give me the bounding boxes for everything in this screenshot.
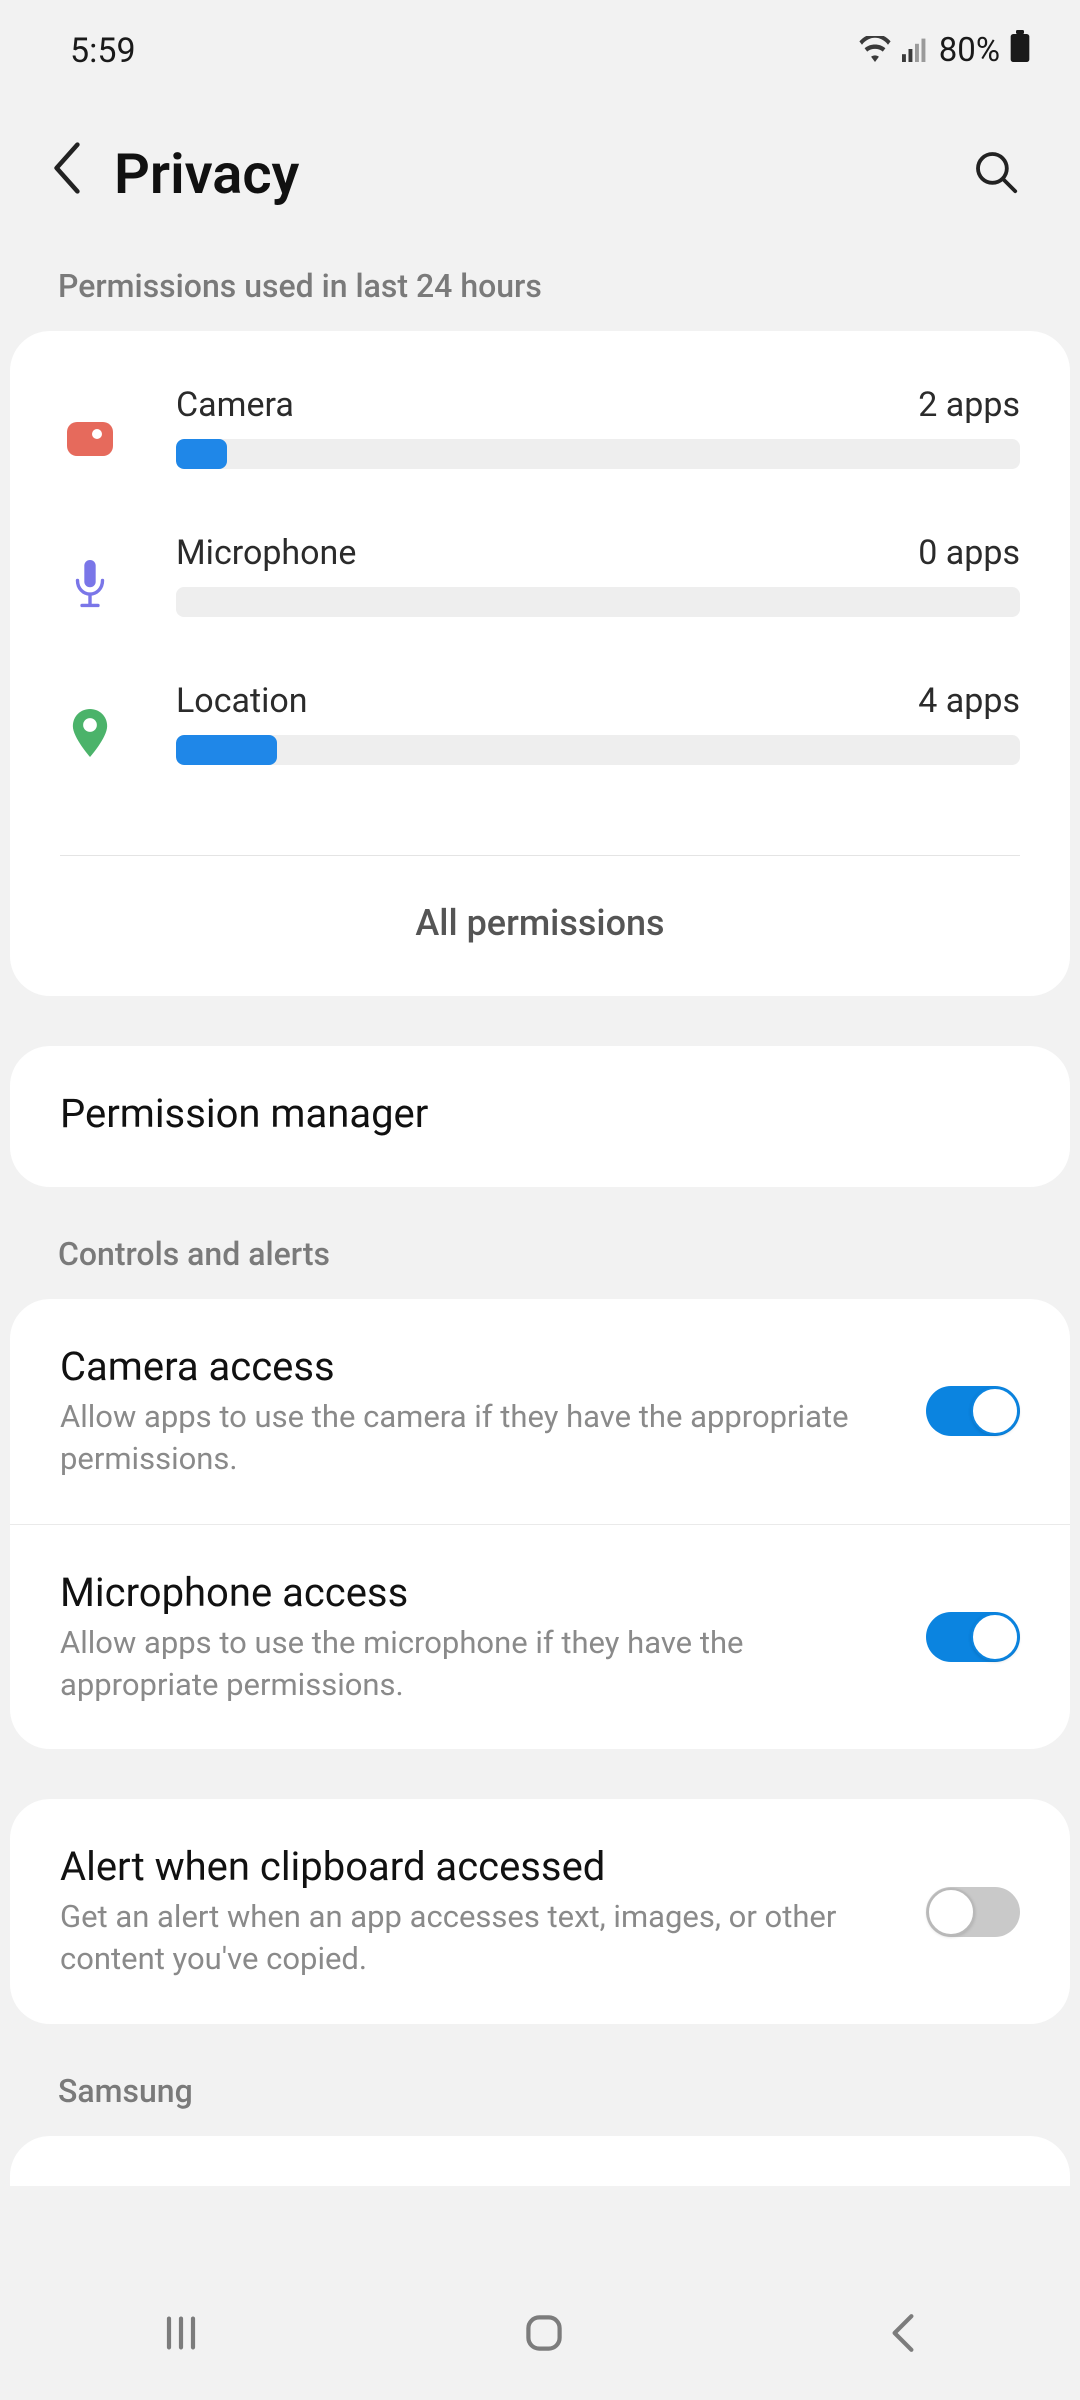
permission-manager-item[interactable]: Permission manager <box>10 1046 1070 1187</box>
item-subtitle: Get an alert when an app accesses text, … <box>60 1896 896 1980</box>
all-permissions-link[interactable]: All permissions <box>10 856 1070 996</box>
clipboard-card: Alert when clipboard accessed Get an ale… <box>10 1799 1070 2024</box>
status-bar: 5:59 80% <box>0 0 1080 91</box>
item-title: Camera access <box>60 1343 896 1390</box>
status-time: 5:59 <box>70 31 136 71</box>
usage-bar <box>176 439 1020 469</box>
section-label-usage: Permissions used in last 24 hours <box>0 267 1080 331</box>
battery-text: 80% <box>939 31 1000 70</box>
camera-icon <box>60 418 120 456</box>
usage-bar <box>176 587 1020 617</box>
usage-bar <box>176 735 1020 765</box>
microphone-access-item[interactable]: Microphone access Allow apps to use the … <box>10 1524 1070 1750</box>
usage-bar-fill <box>176 439 227 469</box>
nav-back-icon[interactable] <box>883 2309 923 2361</box>
permission-name: Microphone <box>176 533 356 573</box>
permission-count: 0 apps <box>918 533 1020 573</box>
nav-recents-icon[interactable] <box>157 2309 205 2361</box>
status-indicators: 80% <box>859 30 1030 71</box>
back-icon[interactable] <box>50 142 84 207</box>
clipboard-alert-toggle[interactable] <box>926 1887 1020 1937</box>
usage-bar-fill <box>176 735 277 765</box>
permission-row-microphone[interactable]: Microphone 0 apps <box>10 479 1070 627</box>
controls-card: Camera access Allow apps to use the came… <box>10 1299 1070 1749</box>
item-subtitle: Allow apps to use the camera if they hav… <box>60 1396 896 1480</box>
permission-name: Camera <box>176 385 294 425</box>
item-subtitle: Allow apps to use the microphone if they… <box>60 1622 896 1706</box>
permission-row-camera[interactable]: Camera 2 apps <box>10 331 1070 479</box>
permissions-usage-card: Camera 2 apps Microphone 0 apps <box>10 331 1070 996</box>
signal-icon <box>901 31 929 71</box>
permission-manager-card: Permission manager <box>10 1046 1070 1187</box>
item-title: Alert when clipboard accessed <box>60 1843 896 1890</box>
app-header: Privacy <box>0 91 1080 267</box>
section-label-samsung: Samsung <box>0 2038 1080 2136</box>
page-title: Privacy <box>114 141 972 207</box>
permission-count: 4 apps <box>918 681 1020 721</box>
battery-icon <box>1010 30 1030 71</box>
search-icon[interactable] <box>972 148 1020 200</box>
item-title: Permission manager <box>60 1090 990 1137</box>
camera-access-item[interactable]: Camera access Allow apps to use the came… <box>10 1299 1070 1524</box>
wifi-icon <box>859 31 891 71</box>
item-title: Microphone access <box>60 1569 896 1616</box>
microphone-icon <box>60 560 120 610</box>
camera-access-toggle[interactable] <box>926 1386 1020 1436</box>
permission-row-location[interactable]: Location 4 apps <box>10 627 1070 805</box>
permission-name: Location <box>176 681 308 721</box>
section-label-controls: Controls and alerts <box>0 1201 1080 1299</box>
location-icon <box>60 709 120 757</box>
nav-home-icon[interactable] <box>520 2309 568 2361</box>
system-nav-bar <box>0 2270 1080 2400</box>
samsung-item-cutoff[interactable] <box>10 2136 1070 2186</box>
microphone-access-toggle[interactable] <box>926 1612 1020 1662</box>
permission-count: 2 apps <box>918 385 1020 425</box>
clipboard-alert-item[interactable]: Alert when clipboard accessed Get an ale… <box>10 1799 1070 2024</box>
